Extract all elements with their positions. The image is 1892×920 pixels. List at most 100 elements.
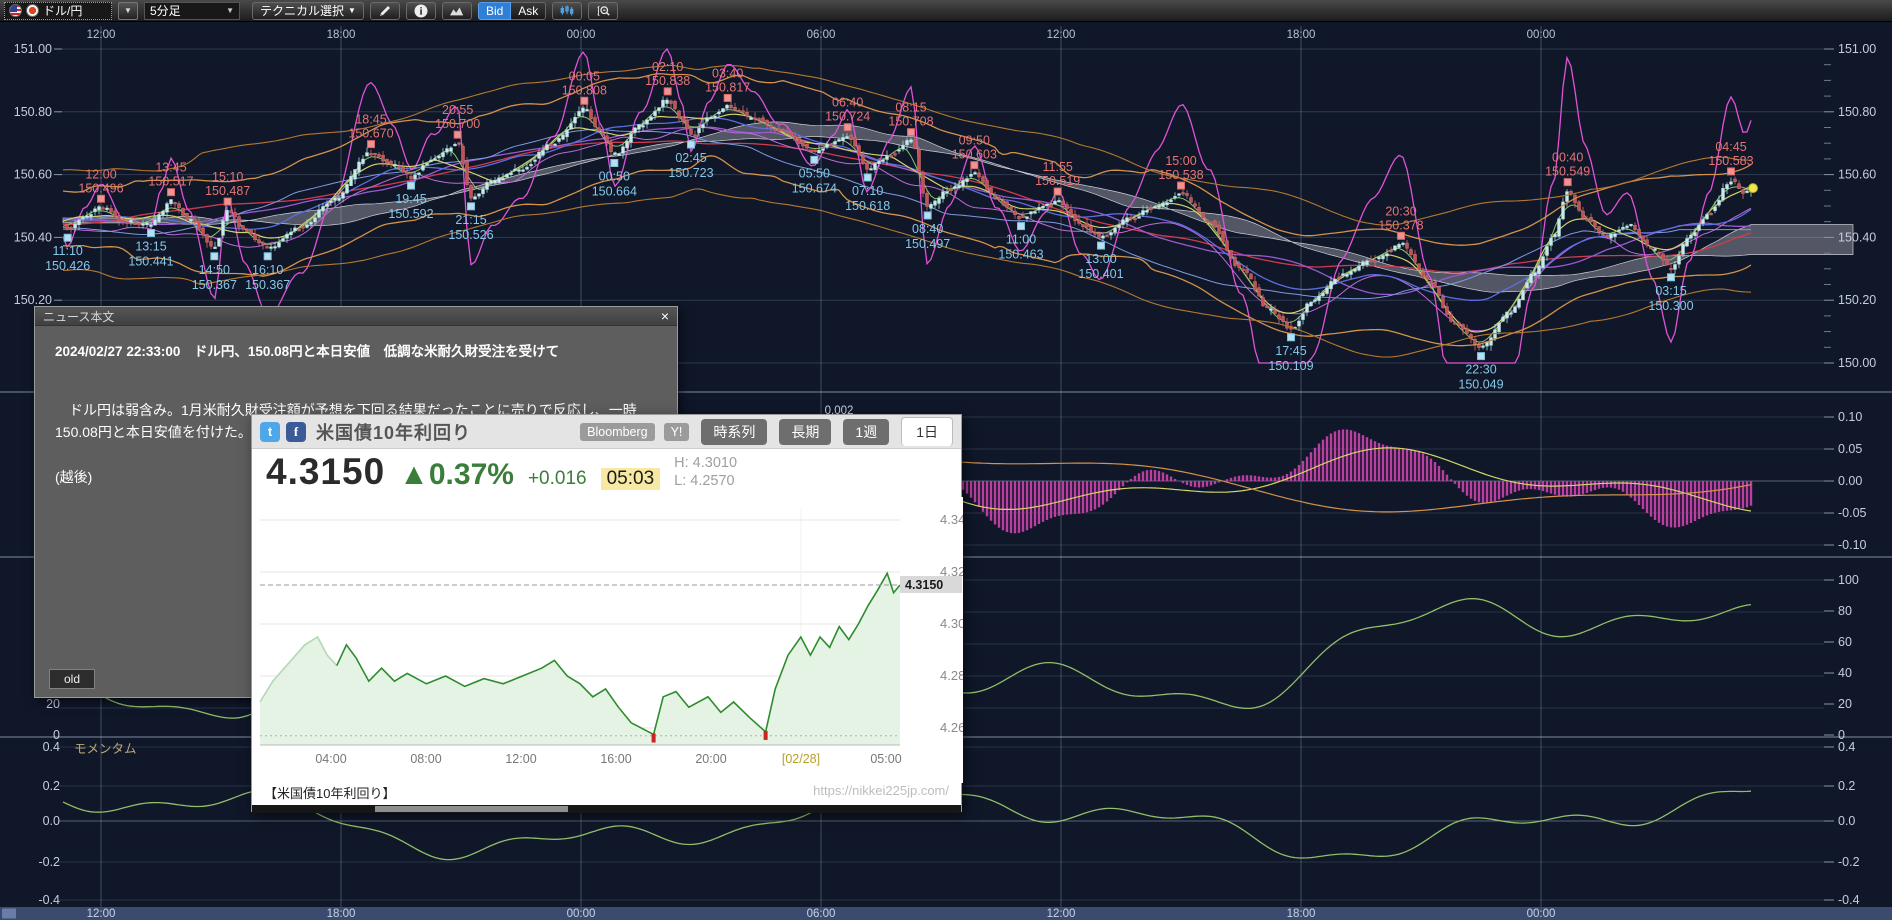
- svg-text:150.40: 150.40: [14, 230, 52, 244]
- low-marker: [611, 160, 618, 167]
- svg-text:12:00: 12:00: [1047, 29, 1076, 41]
- widget-scrollbar-thumb[interactable]: [375, 806, 568, 812]
- widget-scrollbar[interactable]: [252, 805, 961, 813]
- news-window-titlebar[interactable]: ニュース本文 ×: [35, 307, 677, 326]
- low-tick-marker: [764, 731, 768, 740]
- day-high: H: 4.3010: [674, 455, 737, 471]
- svg-text:-0.2: -0.2: [1838, 855, 1860, 869]
- svg-text:17:45: 17:45: [1275, 344, 1306, 358]
- bid-ask-toggle: Bid Ask: [478, 2, 546, 20]
- svg-text:150.708: 150.708: [888, 115, 933, 129]
- svg-text:4.3150: 4.3150: [905, 578, 943, 592]
- tab-longterm[interactable]: 長期: [779, 419, 831, 445]
- svg-text:-0.4: -0.4: [1838, 893, 1860, 907]
- svg-text:13:00: 13:00: [1085, 252, 1116, 266]
- close-icon[interactable]: ×: [661, 309, 669, 323]
- area-chart-button[interactable]: [442, 2, 472, 20]
- tab-timeseries[interactable]: 時系列: [701, 419, 767, 445]
- low-marker: [211, 253, 218, 260]
- low-marker: [1668, 274, 1675, 281]
- high-marker: [454, 131, 461, 138]
- svg-text:150.487: 150.487: [205, 184, 250, 198]
- high-marker: [1564, 179, 1571, 186]
- svg-text:22:30: 22:30: [1465, 363, 1496, 377]
- svg-text:-0.05: -0.05: [1838, 506, 1867, 520]
- high-marker: [98, 195, 105, 202]
- pencil-icon: [378, 4, 392, 18]
- svg-text:08:40: 08:40: [912, 222, 943, 236]
- svg-text:150.109: 150.109: [1268, 359, 1313, 373]
- svg-text:0.4: 0.4: [43, 740, 60, 754]
- svg-text:151.00: 151.00: [1838, 42, 1876, 56]
- news-window-title: ニュース本文: [43, 308, 114, 325]
- scrollbar-handle[interactable]: [2, 909, 16, 919]
- svg-text:09:50: 09:50: [959, 134, 990, 148]
- high-marker: [581, 97, 588, 104]
- tab-1week[interactable]: 1週: [843, 419, 889, 445]
- currency-pair-selector[interactable]: ドル/円: [4, 2, 112, 20]
- svg-text:150.300: 150.300: [1648, 299, 1693, 313]
- facebook-icon[interactable]: f: [286, 422, 306, 442]
- svg-text:0.4: 0.4: [1838, 740, 1855, 754]
- candle-chart-button[interactable]: [552, 2, 582, 20]
- svg-text:150.526: 150.526: [448, 228, 493, 242]
- zoom-magnifier-icon: [596, 4, 610, 18]
- timeframe-select[interactable]: 5分足 ▼: [144, 2, 240, 20]
- low-marker: [468, 203, 475, 210]
- yield-chart-canvas[interactable]: 4.344.324.304.284.264.315004:0008:0012:0…: [252, 497, 963, 783]
- currency-pair-label: ドル/円: [43, 2, 82, 19]
- technical-select-button[interactable]: テクニカル選択 ▼: [252, 2, 364, 20]
- svg-text:-0.10: -0.10: [1838, 538, 1867, 552]
- svg-text:00:00: 00:00: [567, 908, 596, 920]
- high-marker: [1728, 168, 1735, 175]
- widget-footer-url[interactable]: https://nikkei225jp.com/: [813, 783, 949, 802]
- svg-text:0.10: 0.10: [1838, 410, 1862, 424]
- svg-text:14:50: 14:50: [199, 263, 230, 277]
- svg-text:150.049: 150.049: [1458, 378, 1503, 392]
- info-button[interactable]: i: [406, 2, 436, 20]
- trading-app: ドル/円 ▼ 5分足 ▼ テクニカル選択 ▼ i Bid Ask: [0, 0, 1892, 920]
- svg-text:-0.4: -0.4: [38, 893, 60, 907]
- svg-text:150.496: 150.496: [78, 181, 123, 195]
- svg-text:150.723: 150.723: [668, 166, 713, 180]
- bid-button[interactable]: Bid: [478, 2, 511, 20]
- pair-dropdown-button[interactable]: ▼: [118, 2, 138, 20]
- svg-text:150.519: 150.519: [1035, 174, 1080, 188]
- low-marker: [64, 234, 71, 241]
- svg-text:06:00: 06:00: [807, 29, 836, 41]
- zoom-button[interactable]: [588, 2, 618, 20]
- day-low: L: 4.2570: [674, 473, 734, 489]
- svg-text:150.80: 150.80: [14, 105, 52, 119]
- high-marker: [168, 189, 175, 196]
- low-marker: [148, 230, 155, 237]
- yield-change-percent: ▲0.37%: [399, 458, 514, 492]
- twitter-icon[interactable]: t: [260, 422, 280, 442]
- svg-text:20: 20: [46, 697, 60, 711]
- bloomberg-link[interactable]: Bloomberg: [580, 423, 654, 441]
- japan-flag-icon: [26, 4, 39, 17]
- svg-text:0.0: 0.0: [1838, 814, 1855, 828]
- ask-button[interactable]: Ask: [511, 2, 546, 20]
- svg-text:20:55: 20:55: [442, 103, 473, 117]
- svg-text:100: 100: [1838, 573, 1859, 587]
- tab-1day[interactable]: 1日: [901, 417, 953, 446]
- svg-text:00:00: 00:00: [1527, 29, 1556, 41]
- bottom-time-axis[interactable]: 12:0018:0000:0006:0012:0018:0000:00: [0, 907, 1892, 920]
- widget-title: 米国債10年利回り: [316, 419, 571, 445]
- svg-text:04:45: 04:45: [1715, 140, 1746, 154]
- svg-text:-0.2: -0.2: [38, 855, 60, 869]
- svg-text:4.28: 4.28: [940, 668, 963, 683]
- high-marker: [908, 129, 915, 136]
- svg-text:18:00: 18:00: [327, 29, 356, 41]
- chevron-down-icon: ▼: [348, 6, 356, 15]
- svg-text:00:00: 00:00: [1527, 908, 1556, 920]
- yahoo-link[interactable]: Y!: [664, 423, 690, 441]
- high-marker: [664, 88, 671, 95]
- svg-text:18:00: 18:00: [1287, 29, 1316, 41]
- low-marker: [264, 253, 271, 260]
- svg-text:150.670: 150.670: [348, 127, 393, 141]
- svg-text:0.2: 0.2: [43, 779, 60, 793]
- old-button[interactable]: old: [49, 669, 95, 689]
- svg-text:4.26: 4.26: [940, 720, 963, 735]
- draw-pencil-button[interactable]: [370, 2, 400, 20]
